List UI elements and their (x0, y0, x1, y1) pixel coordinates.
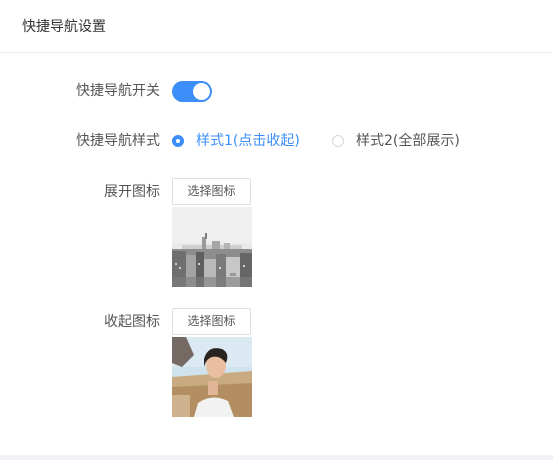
toggle-label: 快捷导航开关 (76, 83, 160, 99)
settings-panel: 快捷导航设置 快捷导航开关 快捷导航样式 样式1(点击收起) 样式2(全部展示)… (0, 0, 553, 455)
radio-style-1-label: 样式1(点击收起) (196, 133, 300, 149)
portrait-image (172, 337, 252, 417)
style-label: 快捷导航样式 (76, 133, 160, 149)
quick-nav-toggle[interactable] (172, 81, 212, 102)
expand-icon-label: 展开图标 (104, 184, 160, 200)
city-skyline-image (172, 207, 252, 287)
panel-header: 快捷导航设置 (0, 0, 553, 53)
collapse-icon-preview (172, 337, 252, 417)
radio-style-2[interactable]: 样式2(全部展示) (332, 132, 460, 150)
radio-style-1-circle (172, 135, 184, 147)
radio-style-2-label: 样式2(全部展示) (356, 133, 460, 149)
select-collapse-icon-button[interactable]: 选择图标 (172, 308, 251, 335)
radio-style-2-circle (332, 135, 344, 147)
select-expand-icon-button[interactable]: 选择图标 (172, 178, 251, 205)
radio-style-1[interactable]: 样式1(点击收起) (172, 132, 300, 150)
toggle-knob (193, 83, 210, 100)
panel-title: 快捷导航设置 (22, 19, 106, 35)
collapse-icon-label: 收起图标 (104, 314, 160, 330)
expand-icon-preview (172, 207, 252, 287)
